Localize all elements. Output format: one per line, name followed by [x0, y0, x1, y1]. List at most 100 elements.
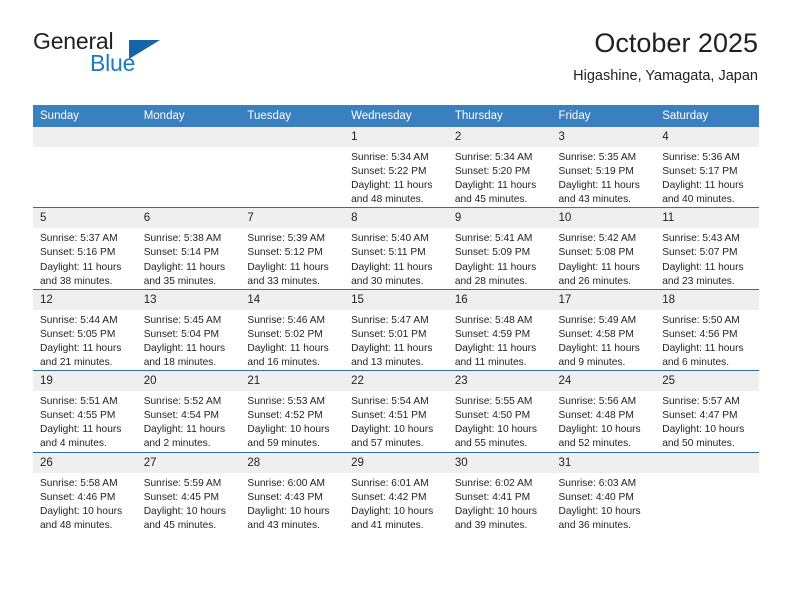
calendar-day-cell[interactable]: 19 Sunrise: 5:51 AM Sunset: 4:55 PM Dayligh… — [33, 370, 137, 452]
calendar-day-cell[interactable]: 28 Sunrise: 6:00 AM Sunset: 4:43 PM Dayligh… — [240, 451, 345, 533]
weekday-header-friday: Friday — [551, 105, 656, 127]
calendar-day-cell-empty — [136, 127, 241, 208]
sunset-time: Sunset: 4:59 PM — [454, 328, 531, 340]
daylight-duration-line2: and 48 minutes. — [351, 194, 424, 206]
day-details: Sunrise: 5:35 AM Sunset: 5:19 PM Daylight:… — [552, 147, 656, 207]
daylight-duration-line1: Daylight: 10 hours — [351, 505, 434, 517]
day-number: 21 — [240, 371, 345, 392]
day-number: 16 — [447, 289, 552, 310]
calendar-day-cell[interactable]: 29 Sunrise: 6:01 AM Sunset: 4:42 PM Dayligh… — [344, 451, 448, 533]
calendar-day-cell[interactable]: 18 Sunrise: 5:50 AM Sunset: 4:56 PM Dayligh… — [655, 288, 759, 371]
day-details: Sunrise: 5:59 AM Sunset: 4:45 PM Daylight:… — [137, 473, 241, 533]
calendar-body: 1 Sunrise: 5:34 AM Sunset: 5:22 PM Daylight… — [33, 127, 759, 533]
daylight-duration-line2: and 4 minutes. — [40, 438, 107, 450]
calendar-day-cell[interactable]: 10 Sunrise: 5:42 AM Sunset: 5:08 PM Dayligh… — [551, 207, 656, 290]
daylight-duration-line1: Daylight: 11 hours — [40, 342, 122, 354]
calendar-day-cell[interactable]: 30 Sunrise: 6:02 AM Sunset: 4:41 PM Dayligh… — [447, 451, 552, 533]
daylight-duration-line1: Daylight: 11 hours — [40, 261, 122, 273]
calendar-day-cell[interactable]: 11 Sunrise: 5:43 AM Sunset: 5:07 PM Dayligh… — [655, 207, 759, 290]
daylight-duration-line1: Daylight: 11 hours — [662, 261, 744, 273]
calendar-day-cell[interactable]: 25 Sunrise: 5:57 AM Sunset: 4:47 PM Dayligh… — [655, 370, 759, 452]
day-number — [33, 127, 137, 147]
calendar-day-cell[interactable]: 17 Sunrise: 5:49 AM Sunset: 4:58 PM Dayligh… — [551, 288, 656, 371]
sunrise-time: Sunrise: 5:57 AM — [662, 396, 740, 408]
calendar-day-cell-empty — [655, 451, 759, 533]
day-number: 18 — [655, 289, 759, 310]
calendar-day-cell[interactable]: 9 Sunrise: 5:41 AM Sunset: 5:09 PM Daylight… — [447, 207, 552, 290]
sunrise-time: Sunrise: 5:39 AM — [247, 233, 325, 245]
sunrise-time: Sunrise: 5:59 AM — [143, 477, 222, 489]
calendar-day-cell[interactable]: 22 Sunrise: 5:54 AM Sunset: 4:51 PM Dayligh… — [344, 370, 448, 452]
daylight-duration-line1: Daylight: 11 hours — [454, 261, 537, 273]
sunrise-time: Sunrise: 6:01 AM — [351, 477, 429, 489]
sunset-time: Sunset: 5:20 PM — [454, 166, 531, 178]
calendar-day-cell[interactable]: 21 Sunrise: 5:53 AM Sunset: 4:52 PM Dayligh… — [240, 370, 345, 452]
weekday-header-monday: Monday — [136, 105, 241, 127]
calendar-day-cell[interactable]: 31 Sunrise: 6:03 AM Sunset: 4:40 PM Dayligh… — [551, 451, 656, 533]
calendar-day-cell[interactable]: 8 Sunrise: 5:40 AM Sunset: 5:11 PM Daylight… — [344, 207, 448, 290]
sunset-time: Sunset: 4:51 PM — [351, 410, 427, 422]
daylight-duration-line1: Daylight: 11 hours — [351, 261, 433, 273]
sunrise-sunset-calendar: Sunday Monday Tuesday Wednesday Thursday Frid… — [33, 105, 759, 533]
calendar-header-row: Sunday Monday Tuesday Wednesday Thursday Frid… — [33, 105, 759, 127]
day-details: Sunrise: 5:36 AM Sunset: 5:17 PM Daylight:… — [655, 147, 759, 207]
calendar-day-cell[interactable]: 26 Sunrise: 5:58 AM Sunset: 4:46 PM Dayligh… — [33, 451, 137, 533]
sunset-time: Sunset: 5:04 PM — [143, 328, 220, 340]
calendar-day-cell[interactable]: 4 Sunrise: 5:36 AM Sunset: 5:17 PM Daylight… — [655, 127, 759, 208]
sunset-time: Sunset: 5:12 PM — [247, 247, 323, 259]
sunrise-time: Sunrise: 5:49 AM — [558, 314, 637, 326]
daylight-duration-line2: and 41 minutes. — [351, 519, 424, 531]
calendar-day-cell[interactable]: 5 Sunrise: 5:37 AM Sunset: 5:16 PM Daylight… — [33, 207, 137, 290]
page-subtitle: Higashine, Yamagata, Japan — [573, 68, 758, 84]
calendar-day-cell[interactable]: 2 Sunrise: 5:34 AM Sunset: 5:20 PM Daylight… — [447, 127, 552, 208]
sunset-time: Sunset: 4:42 PM — [351, 491, 427, 503]
calendar-day-cell[interactable]: 14 Sunrise: 5:46 AM Sunset: 5:02 PM Dayligh… — [240, 288, 345, 371]
day-details: Sunrise: 5:42 AM Sunset: 5:08 PM Daylight:… — [552, 228, 656, 288]
calendar-day-cell[interactable]: 16 Sunrise: 5:48 AM Sunset: 4:59 PM Dayligh… — [447, 288, 552, 371]
page-header: General Blue October 2025 Higashine, Yam… — [33, 28, 758, 96]
calendar-day-cell[interactable]: 15 Sunrise: 5:47 AM Sunset: 5:01 PM Dayligh… — [344, 288, 448, 371]
daylight-duration-line2: and 43 minutes. — [558, 194, 632, 206]
calendar-day-cell[interactable]: 27 Sunrise: 5:59 AM Sunset: 4:45 PM Dayligh… — [136, 451, 241, 533]
day-details: Sunrise: 5:34 AM Sunset: 5:22 PM Daylight:… — [344, 147, 448, 207]
calendar-day-cell[interactable]: 3 Sunrise: 5:35 AM Sunset: 5:19 PM Daylight… — [551, 127, 656, 208]
sunrise-time: Sunrise: 5:34 AM — [454, 152, 533, 163]
daylight-duration-line2: and 6 minutes. — [662, 357, 730, 369]
calendar-day-cell[interactable]: 1 Sunrise: 5:34 AM Sunset: 5:22 PM Daylight… — [344, 127, 448, 208]
calendar-week-row: 19 Sunrise: 5:51 AM Sunset: 4:55 PM Dayligh… — [33, 370, 759, 452]
calendar-day-cell[interactable]: 20 Sunrise: 5:52 AM Sunset: 4:54 PM Dayligh… — [136, 370, 241, 452]
daylight-duration-line2: and 50 minutes. — [662, 438, 735, 450]
calendar-week-row: 12 Sunrise: 5:44 AM Sunset: 5:05 PM Dayligh… — [33, 288, 759, 371]
calendar-day-cell[interactable]: 6 Sunrise: 5:38 AM Sunset: 5:14 PM Daylight… — [136, 207, 241, 290]
weekday-header-row: Sunday Monday Tuesday Wednesday Thursday Frid… — [33, 105, 759, 127]
day-details: Sunrise: 6:00 AM Sunset: 4:43 PM Daylight:… — [240, 473, 344, 533]
daylight-duration-line1: Daylight: 11 hours — [454, 342, 537, 354]
daylight-duration-line2: and 40 minutes. — [662, 194, 735, 206]
daylight-duration-line2: and 33 minutes. — [247, 275, 320, 287]
sunrise-time: Sunrise: 5:35 AM — [558, 152, 637, 163]
daylight-duration-line1: Daylight: 11 hours — [662, 342, 744, 354]
day-number: 27 — [136, 452, 241, 473]
day-number — [240, 127, 345, 147]
sunset-time: Sunset: 4:56 PM — [662, 328, 738, 340]
calendar-day-cell[interactable]: 12 Sunrise: 5:44 AM Sunset: 5:05 PM Dayligh… — [33, 288, 137, 371]
general-blue-logo[interactable]: General Blue — [33, 28, 253, 90]
day-details: Sunrise: 5:57 AM Sunset: 4:47 PM Daylight:… — [655, 391, 759, 451]
day-number: 7 — [240, 208, 345, 229]
daylight-duration-line1: Daylight: 10 hours — [454, 424, 537, 436]
sunset-time: Sunset: 4:58 PM — [558, 328, 634, 340]
daylight-duration-line1: Daylight: 10 hours — [351, 424, 434, 436]
day-details: Sunrise: 6:03 AM Sunset: 4:40 PM Daylight:… — [552, 473, 656, 533]
sunrise-time: Sunrise: 6:00 AM — [247, 477, 325, 489]
day-number: 17 — [551, 289, 656, 310]
page-title: October 2025 — [594, 28, 758, 58]
day-number: 12 — [33, 289, 137, 310]
day-number: 22 — [344, 371, 448, 392]
calendar-day-cell[interactable]: 23 Sunrise: 5:55 AM Sunset: 4:50 PM Dayligh… — [447, 370, 552, 452]
sunset-time: Sunset: 4:48 PM — [558, 410, 634, 422]
daylight-duration-line2: and 18 minutes. — [143, 357, 217, 369]
calendar-day-cell[interactable]: 7 Sunrise: 5:39 AM Sunset: 5:12 PM Daylight… — [240, 207, 345, 290]
calendar-day-cell[interactable]: 13 Sunrise: 5:45 AM Sunset: 5:04 PM Dayligh… — [136, 288, 241, 371]
calendar-day-cell[interactable]: 24 Sunrise: 5:56 AM Sunset: 4:48 PM Dayligh… — [551, 370, 656, 452]
daylight-duration-line2: and 38 minutes. — [40, 275, 113, 287]
